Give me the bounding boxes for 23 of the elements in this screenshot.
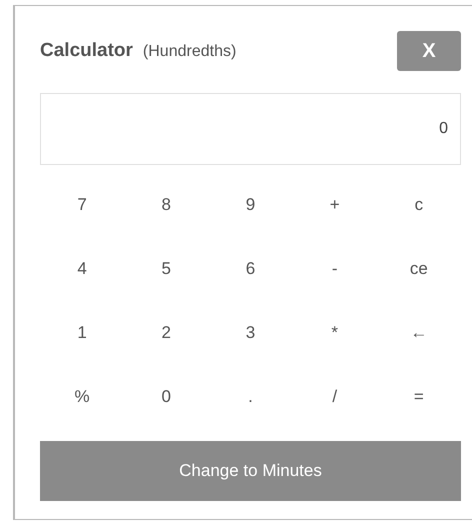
- calculator-key[interactable]: 6: [208, 237, 293, 301]
- calculator-key[interactable]: 0: [124, 365, 208, 429]
- calculator-key[interactable]: +: [292, 173, 377, 237]
- calculator-key[interactable]: 7: [40, 173, 124, 237]
- calculator-key[interactable]: *: [292, 301, 377, 365]
- calculator-key[interactable]: ←: [376, 301, 461, 365]
- calculator-key[interactable]: 2: [124, 301, 208, 365]
- calculator-key[interactable]: -: [292, 237, 377, 301]
- calculator-key[interactable]: %: [40, 365, 124, 429]
- window-title: Calculator: [40, 38, 133, 63]
- calculator-key[interactable]: .: [208, 365, 293, 429]
- calculator-key[interactable]: 4: [40, 237, 124, 301]
- calculator-key[interactable]: 3: [208, 301, 293, 365]
- calculator-key[interactable]: 8: [124, 173, 208, 237]
- window-subtitle: (Hundredths): [142, 42, 236, 62]
- calculator-key[interactable]: 9: [208, 173, 293, 237]
- calculator-key[interactable]: =: [376, 365, 461, 429]
- calculator-key[interactable]: 5: [124, 237, 208, 301]
- calculator-key[interactable]: c: [376, 173, 461, 237]
- calculator-key[interactable]: ce: [376, 237, 461, 301]
- display-field[interactable]: 0: [40, 93, 461, 165]
- calculator-key[interactable]: 1: [40, 301, 124, 365]
- calculator-key[interactable]: /: [292, 365, 377, 429]
